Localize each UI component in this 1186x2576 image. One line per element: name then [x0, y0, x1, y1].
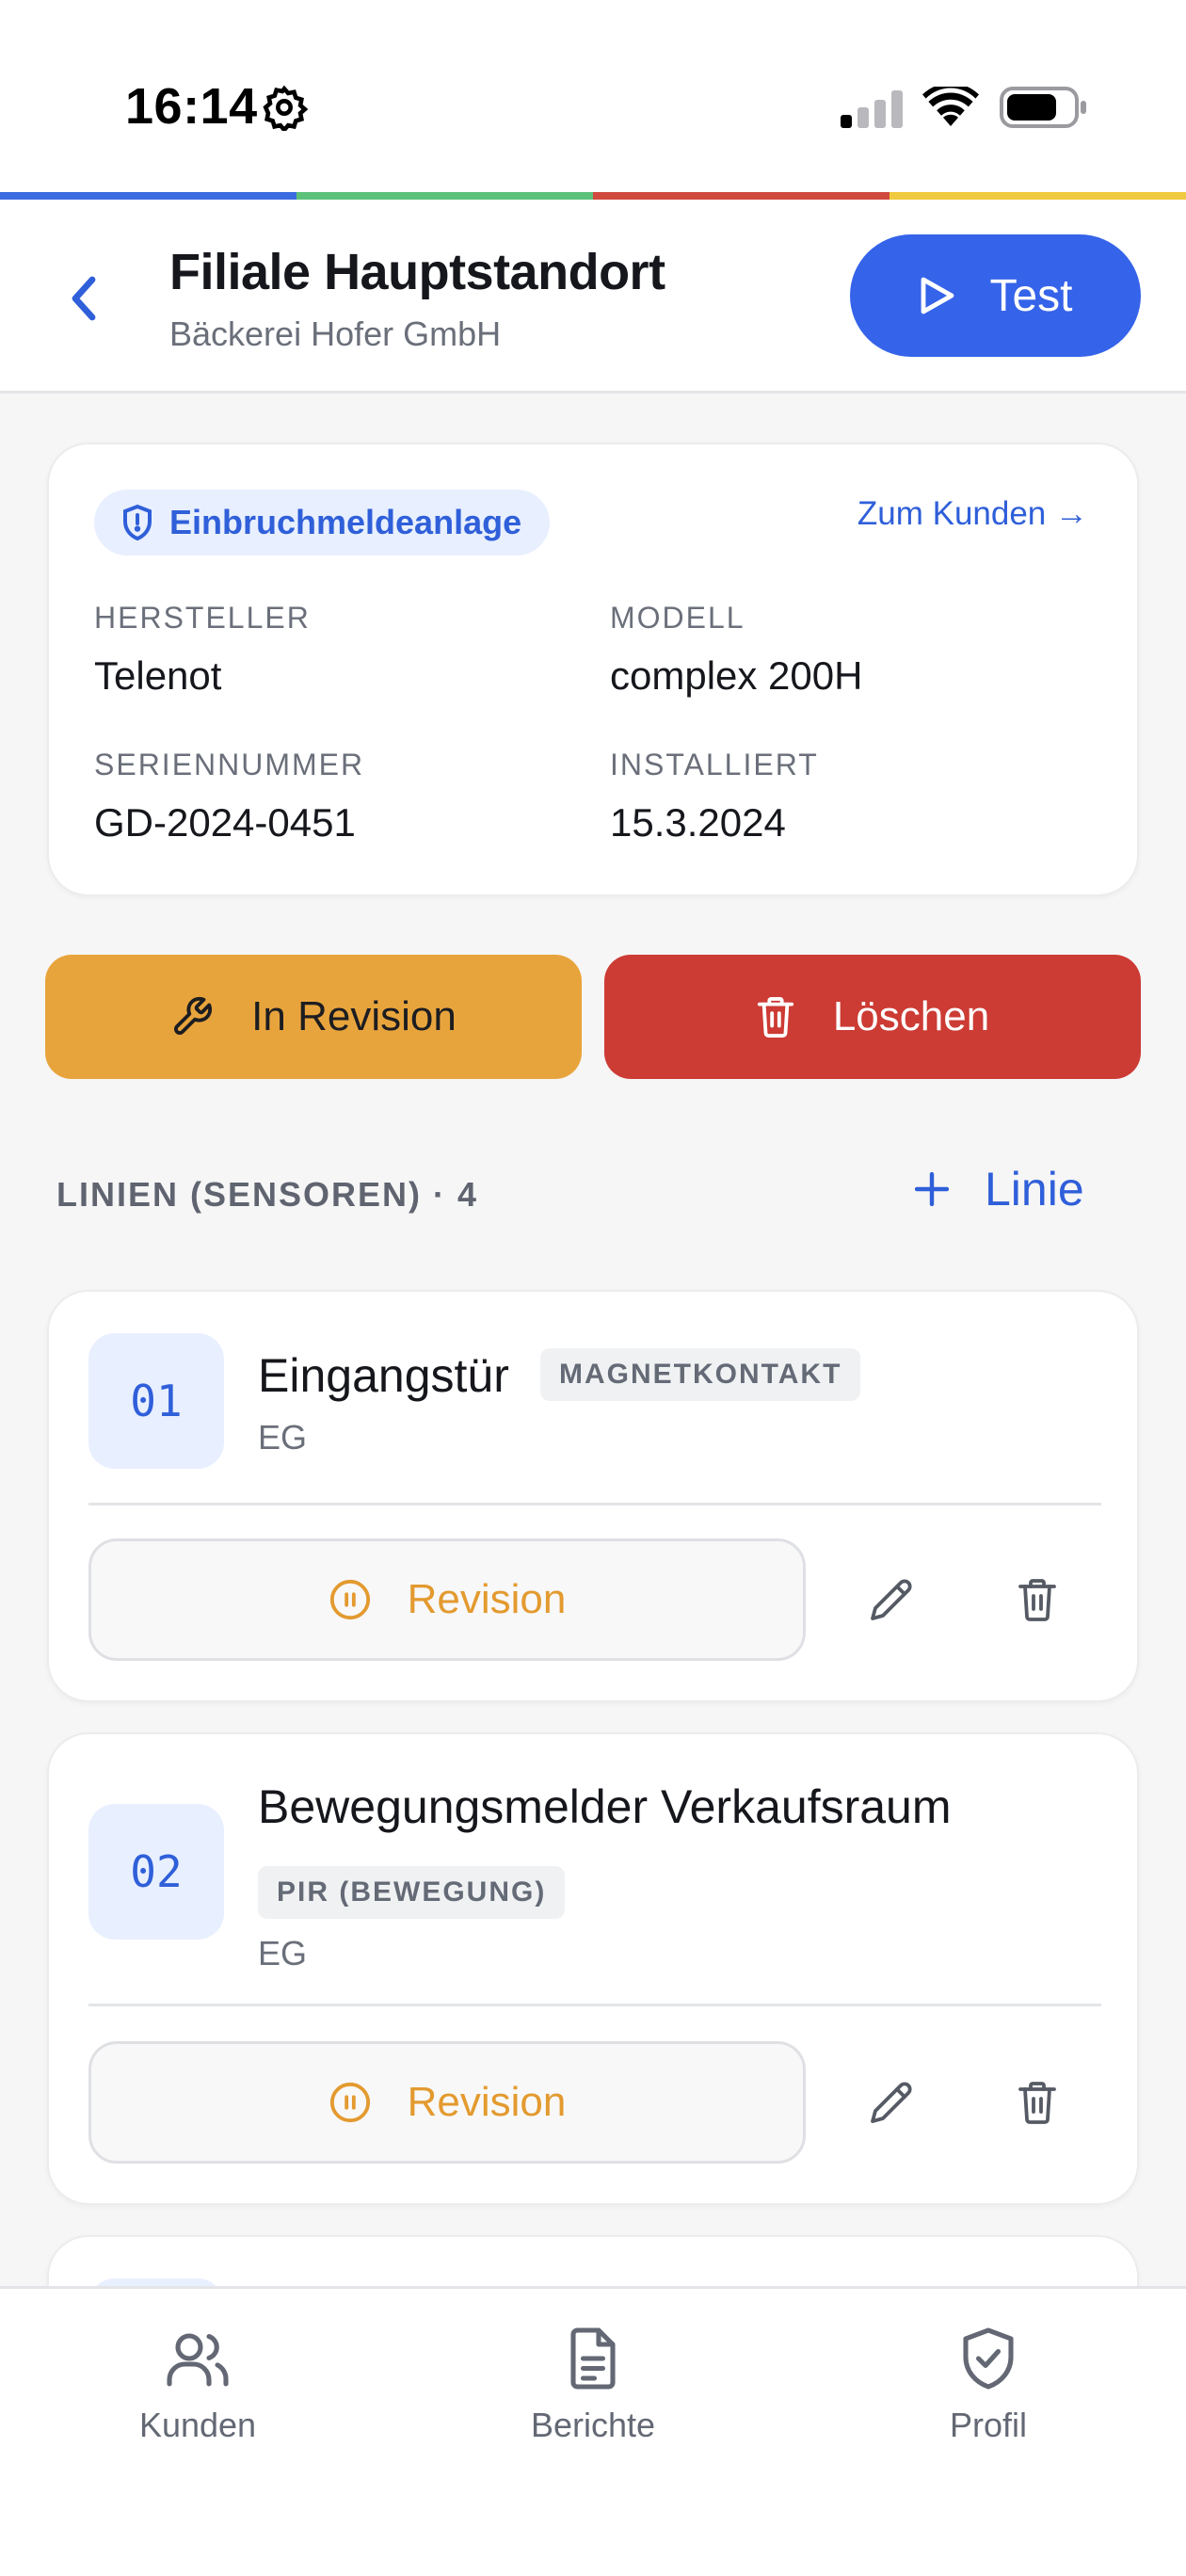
trash-icon — [757, 996, 793, 1038]
lines-section-heading: LINIEN (SENSOREN) · 4 — [56, 1175, 479, 1214]
app-header: Filiale Hauptstandort Bäckerei Hofer Gmb… — [0, 200, 1186, 394]
nav-label: Profil — [949, 2406, 1028, 2444]
add-line-button[interactable]: Linie — [915, 1162, 1084, 1216]
line-type-badge: MAGNETKONTAKT — [540, 1348, 861, 1401]
line-card: 02 Bewegungsmelder Verkaufsraum PIR (BEW… — [47, 1732, 1139, 2205]
back-button[interactable] — [56, 266, 113, 331]
line-revision-label: Revision — [407, 1576, 567, 1622]
delete-line-button[interactable] — [1000, 1562, 1075, 1637]
trash-icon — [1018, 2082, 1056, 2124]
line-number: 01 — [88, 1333, 224, 1469]
line-name: Bewegungsmelder Verkaufsraum — [258, 1780, 952, 1833]
stripe-segment — [593, 192, 890, 200]
wifi-icon — [922, 87, 979, 126]
delete-button[interactable]: Löschen — [604, 955, 1141, 1079]
system-info-card: Einbruchmeldeanlage Zum Kunden → HERSTEL… — [47, 443, 1139, 896]
edit-line-button[interactable] — [854, 1562, 929, 1637]
signal-icon — [841, 90, 903, 128]
wrench-icon — [174, 996, 213, 1035]
delete-line-button[interactable] — [1000, 2065, 1075, 2140]
line-revision-label: Revision — [407, 2079, 567, 2125]
manufacturer-label: HERSTELLER — [94, 601, 311, 635]
status-time: 16:14 — [125, 78, 258, 135]
test-button[interactable]: Test — [850, 234, 1141, 357]
page-title: Filiale Hauptstandort — [169, 244, 665, 300]
nav-item-berichte[interactable]: Berichte — [480, 2325, 706, 2445]
color-stripe — [0, 192, 1186, 200]
in-revision-label: In Revision — [251, 993, 457, 1039]
line-name: Eingangstür — [258, 1349, 509, 1402]
line-floor: EG — [258, 1418, 308, 1457]
manufacturer-value: Telenot — [94, 653, 222, 698]
test-button-label: Test — [989, 270, 1073, 321]
divider — [88, 1503, 1101, 1505]
line-type-badge: PIR (BEWEGUNG) — [258, 1866, 566, 1919]
add-line-label: Linie — [985, 1163, 1084, 1216]
delete-label: Löschen — [832, 993, 990, 1039]
chevron-left-icon — [72, 276, 96, 321]
nav-item-kunden[interactable]: Kunden — [85, 2325, 311, 2445]
edit-line-button[interactable] — [854, 2065, 929, 2140]
system-type-badge: Einbruchmeldeanlage — [94, 490, 551, 555]
serial-value: GD-2024-0451 — [94, 800, 356, 845]
bottom-navigation: Kunden Berichte Profil — [0, 2286, 1186, 2576]
plus-icon — [915, 1172, 949, 1206]
trash-icon — [1018, 1579, 1056, 1621]
line-floor: EG — [258, 1934, 308, 1972]
to-customer-link[interactable]: Zum Kunden → — [857, 495, 1088, 533]
nav-label: Kunden — [138, 2406, 257, 2444]
pencil-icon — [871, 2082, 912, 2123]
in-revision-button[interactable]: In Revision — [45, 955, 582, 1079]
play-icon — [922, 277, 954, 314]
shield-check-icon — [963, 2327, 1014, 2390]
installed-value: 15.3.2024 — [610, 800, 786, 845]
document-icon — [570, 2327, 616, 2390]
stripe-segment — [296, 192, 593, 200]
nav-label: Berichte — [530, 2406, 656, 2444]
status-bar: 16:14 — [0, 0, 1186, 194]
stripe-segment — [0, 192, 296, 200]
line-card: 01 Eingangstür MAGNETKONTAKT EG Revision — [47, 1290, 1139, 1702]
gear-icon — [263, 85, 308, 131]
pause-circle-icon — [329, 1579, 370, 1620]
pencil-icon — [871, 1579, 912, 1620]
serial-label: SERIENNUMMER — [94, 748, 365, 781]
page-subtitle: Bäckerei Hofer GmbH — [169, 314, 502, 353]
users-icon — [167, 2333, 229, 2387]
shield-icon — [123, 504, 152, 541]
system-type-label: Einbruchmeldeanlage — [169, 503, 522, 541]
battery-icon — [1000, 87, 1086, 128]
stripe-segment — [890, 192, 1186, 200]
line-revision-button[interactable]: Revision — [88, 2041, 806, 2164]
pause-circle-icon — [329, 2082, 370, 2123]
installed-label: INSTALLIERT — [610, 748, 819, 781]
model-label: MODELL — [610, 601, 745, 635]
line-number: 02 — [88, 1804, 224, 1940]
line-revision-button[interactable]: Revision — [88, 1538, 806, 1661]
model-value: complex 200H — [610, 653, 863, 698]
nav-item-profil[interactable]: Profil — [875, 2325, 1101, 2445]
divider — [88, 2004, 1101, 2006]
